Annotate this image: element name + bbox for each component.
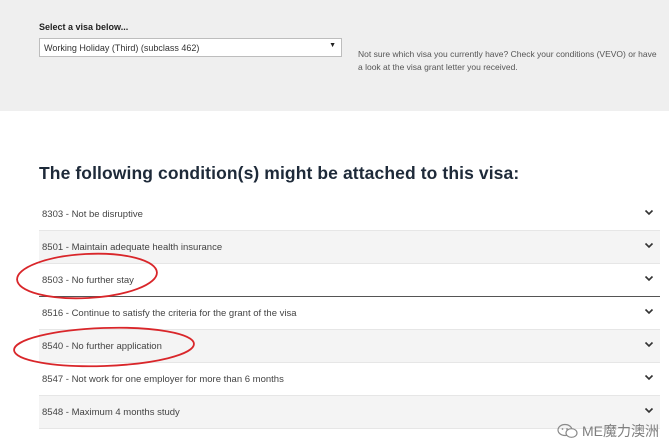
chevron-down-icon — [644, 275, 654, 282]
watermark-text: ME魔力澳洲 — [582, 423, 659, 439]
wechat-icon — [557, 423, 578, 438]
conditions-list: 8303 - Not be disruptive 8501 - Maintain… — [39, 198, 660, 429]
visa-selector-panel: Select a visa below... Working Holiday (… — [0, 0, 669, 111]
visa-select-dropdown[interactable]: Working Holiday (Third) (subclass 462) ▼ — [39, 38, 342, 57]
condition-item-8503[interactable]: 8503 - No further stay — [39, 264, 660, 297]
chevron-down-icon — [644, 242, 654, 249]
condition-label: 8303 - Not be disruptive — [42, 209, 143, 220]
chevron-down-icon — [644, 407, 654, 414]
chevron-down-icon — [644, 209, 654, 216]
visa-select-label: Select a visa below... — [39, 22, 129, 32]
condition-item-8516[interactable]: 8516 - Continue to satisfy the criteria … — [39, 297, 660, 330]
chevron-down-icon — [644, 374, 654, 381]
dropdown-arrow-icon: ▼ — [329, 42, 336, 49]
visa-help-text: Not sure which visa you currently have? … — [358, 49, 657, 72]
chevron-down-icon — [644, 341, 654, 348]
condition-label: 8501 - Maintain adequate health insuranc… — [42, 242, 223, 253]
condition-item-8540[interactable]: 8540 - No further application — [39, 330, 660, 363]
condition-label: 8503 - No further stay — [42, 275, 134, 286]
watermark: ME魔力澳洲 — [557, 421, 659, 441]
condition-label: 8540 - No further application — [42, 341, 162, 352]
condition-label: 8547 - Not work for one employer for mor… — [42, 374, 284, 385]
condition-item-8501[interactable]: 8501 - Maintain adequate health insuranc… — [39, 231, 660, 264]
condition-item-8547[interactable]: 8547 - Not work for one employer for mor… — [39, 363, 660, 396]
condition-label: 8516 - Continue to satisfy the criteria … — [42, 308, 297, 319]
chevron-down-icon — [644, 308, 654, 315]
condition-item-8303[interactable]: 8303 - Not be disruptive — [39, 198, 660, 231]
condition-label: 8548 - Maximum 4 months study — [42, 407, 180, 418]
visa-select-value: Working Holiday (Third) (subclass 462) — [44, 43, 200, 53]
conditions-heading: The following condition(s) might be atta… — [39, 163, 520, 183]
